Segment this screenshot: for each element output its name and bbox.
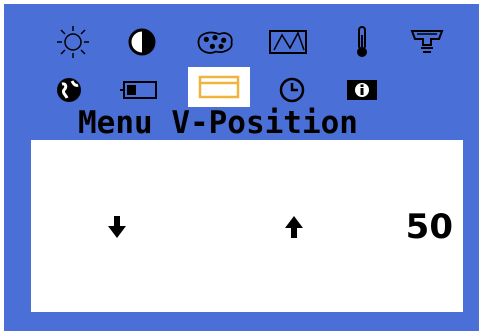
geometry-icon[interactable] — [268, 26, 308, 58]
degauss-icon[interactable] — [407, 26, 447, 58]
contrast-icon[interactable] — [122, 26, 162, 58]
information-icon[interactable] — [342, 74, 382, 106]
h-position-icon[interactable] — [120, 74, 160, 106]
v-position-value: 50 — [405, 207, 453, 247]
menu-title: Menu V-Position — [78, 105, 358, 141]
down-arrow-icon[interactable] — [108, 216, 126, 238]
up-arrow-icon[interactable] — [285, 216, 303, 238]
osd-menu: Menu V-Position 50 — [0, 0, 483, 335]
color-temperature-icon[interactable] — [342, 26, 382, 58]
language-icon[interactable] — [49, 74, 89, 106]
color-icon[interactable] — [195, 26, 235, 58]
brightness-icon[interactable] — [53, 26, 93, 58]
timer-icon[interactable] — [272, 74, 312, 106]
v-position-icon[interactable] — [188, 67, 250, 107]
control-panel: 50 — [31, 140, 463, 312]
